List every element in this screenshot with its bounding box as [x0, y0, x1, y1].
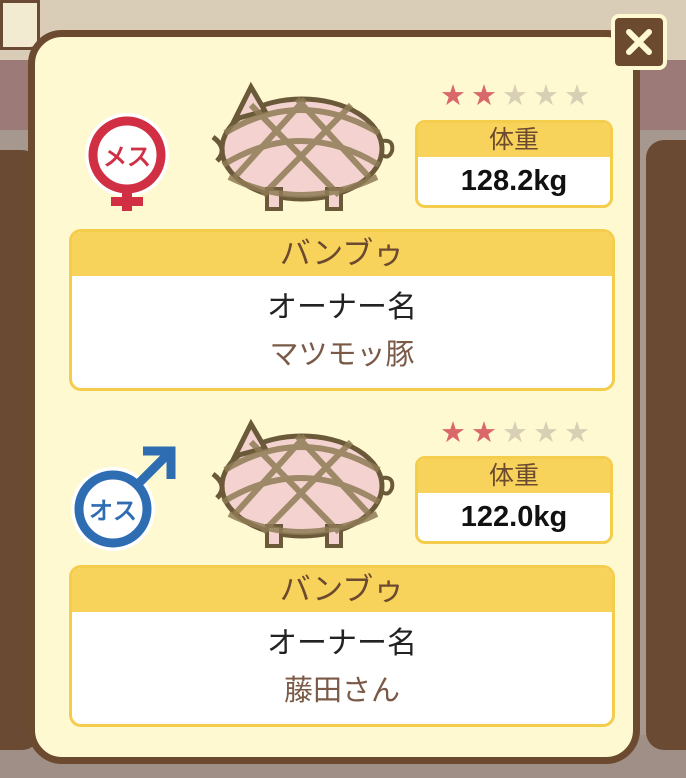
pig-illustration: [211, 418, 395, 548]
weight-box: 体重 128.2kg: [415, 120, 613, 208]
gender-label: メス: [103, 143, 151, 171]
star-icon: ★: [502, 415, 528, 449]
weight-value: 128.2kg: [460, 165, 568, 197]
weight-box: 体重 122.0kg: [415, 456, 613, 544]
rating-stars: ★ ★ ★ ★ ★: [440, 417, 590, 447]
breed-name: バンブゥ: [72, 232, 612, 276]
info-card: バンブゥ オーナー名 マツモッ豚: [69, 229, 615, 391]
male-icon: オス: [71, 446, 176, 551]
gender-label: オス: [89, 497, 137, 525]
pig-illustration: [211, 81, 395, 211]
weight-label: 体重: [418, 123, 610, 157]
star-icon: ★: [440, 78, 466, 112]
star-icon: ★: [471, 78, 497, 112]
pig-detail-modal: メス ★ ★ ★ ★ ★ 体重 128.2kg バンブゥ オーナー名 マツモッ豚…: [28, 30, 640, 764]
star-icon: ★: [564, 415, 590, 449]
weight-label: 体重: [418, 459, 610, 493]
owner-label: オーナー名: [267, 626, 417, 661]
owner-name: マツモッ豚: [269, 337, 415, 371]
owner-name: 藤田さん: [283, 673, 400, 707]
owner-label: オーナー名: [267, 290, 417, 325]
star-icon: ★: [533, 415, 559, 449]
background-panel-right: [646, 140, 686, 750]
close-icon[interactable]: [624, 27, 654, 57]
info-card: バンブゥ オーナー名 藤田さん: [69, 565, 615, 727]
star-icon: ★: [533, 78, 559, 112]
breed-name: バンブゥ: [72, 568, 612, 612]
rating-stars: ★ ★ ★ ★ ★: [440, 80, 590, 110]
close-button[interactable]: [611, 14, 667, 70]
star-icon: ★: [502, 78, 528, 112]
star-icon: ★: [440, 415, 466, 449]
weight-value: 122.0kg: [460, 501, 568, 533]
star-icon: ★: [471, 415, 497, 449]
star-icon: ★: [564, 78, 590, 112]
female-icon: メス: [85, 113, 169, 211]
